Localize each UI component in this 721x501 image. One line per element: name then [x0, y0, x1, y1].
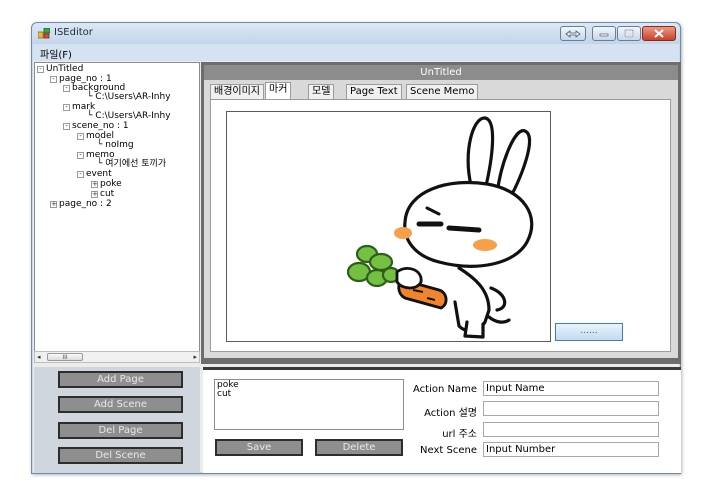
- close-icon: [654, 29, 664, 38]
- scene-panel-body: 배경이미지 마커 모델 Page Text Scene Memo ......: [204, 80, 678, 358]
- add-scene-button[interactable]: Add Scene: [58, 396, 183, 413]
- tree-node-label: scene_no : 1: [72, 121, 129, 131]
- collapse-icon[interactable]: -: [63, 104, 70, 111]
- restore-icon[interactable]: [560, 26, 586, 41]
- next-scene-label: Next Scene: [420, 445, 477, 456]
- marker-tab-page: ......: [210, 99, 671, 352]
- add-page-button[interactable]: Add Page: [58, 371, 183, 388]
- tree-node-label: C:\Users\AR-Inhy: [95, 111, 171, 121]
- tab-background-image[interactable]: 배경이미지: [210, 84, 264, 99]
- url-label: url 주소: [442, 429, 477, 440]
- collapse-icon[interactable]: -: [63, 123, 70, 130]
- list-item[interactable]: poke: [217, 381, 401, 390]
- action-desc-label: Action 설명: [424, 408, 477, 419]
- tree-node-label: 여기에선 토끼가: [105, 159, 167, 169]
- collapse-icon[interactable]: -: [63, 85, 70, 92]
- save-button[interactable]: Save: [215, 439, 303, 456]
- tree-node-label: event: [86, 169, 112, 179]
- scroll-left-icon[interactable]: ◂: [37, 353, 41, 361]
- tree-node-noimg[interactable]: └ noImg: [97, 140, 134, 150]
- tree-node-label: poke: [100, 179, 122, 189]
- tree-node-cut[interactable]: + cut: [91, 189, 114, 199]
- close-button[interactable]: [642, 26, 676, 41]
- browse-image-button[interactable]: ......: [555, 323, 623, 341]
- tab-model[interactable]: 모델: [308, 84, 335, 99]
- action-name-input[interactable]: [483, 381, 659, 396]
- tree-node-poke[interactable]: + poke: [91, 179, 122, 189]
- tree-node-label: UnTitled: [46, 64, 84, 74]
- next-scene-input[interactable]: [483, 442, 659, 457]
- app-icon: [38, 28, 50, 39]
- tree-node-label: noImg: [105, 140, 134, 150]
- maximize-icon: [624, 29, 634, 38]
- tree-node-mark-path[interactable]: └ C:\Users\AR-Inhy: [87, 111, 171, 121]
- tree-node-event[interactable]: - event: [77, 169, 112, 179]
- tree-node-scene[interactable]: - scene_no : 1: [63, 121, 129, 131]
- expand-icon[interactable]: +: [50, 201, 57, 208]
- list-item[interactable]: cut: [217, 390, 401, 399]
- collapse-icon[interactable]: -: [77, 171, 84, 178]
- del-scene-button[interactable]: Del Scene: [58, 447, 183, 464]
- tree-node-background-path[interactable]: └ C:\Users\AR-Inhy: [87, 92, 171, 102]
- client-area: - UnTitled - page_no : 1 - background └ C:\…: [33, 61, 681, 473]
- left-button-panel: Add Page Add Scene Del Page Del Scene: [34, 367, 200, 472]
- maximize-button[interactable]: [617, 26, 641, 41]
- window-title: ISEditor: [54, 27, 93, 38]
- tree-node-root[interactable]: - UnTitled: [37, 64, 83, 74]
- scroll-right-icon[interactable]: ▸: [193, 353, 197, 361]
- minimize-icon: [599, 33, 609, 36]
- del-page-button[interactable]: Del Page: [58, 422, 183, 439]
- action-desc-input[interactable]: [483, 401, 659, 416]
- tab-marker[interactable]: 마커: [265, 82, 292, 99]
- action-list[interactable]: poke cut: [214, 379, 404, 430]
- tab-scene-memo[interactable]: Scene Memo: [406, 84, 479, 99]
- tree-node-label: page_no : 2: [59, 199, 112, 209]
- marker-image-preview: [226, 111, 551, 342]
- action-name-label: Action Name: [413, 384, 477, 395]
- tree-node-label: C:\Users\AR-Inhy: [95, 92, 171, 102]
- tab-page-text[interactable]: Page Text: [346, 84, 402, 99]
- rabbit-marker-image: [346, 116, 534, 339]
- expand-icon[interactable]: +: [91, 191, 98, 198]
- minimize-button[interactable]: [592, 26, 616, 41]
- delete-button[interactable]: Delete: [315, 439, 403, 456]
- tree-node-page-2[interactable]: + page_no : 2: [50, 199, 112, 209]
- project-tree[interactable]: - UnTitled - page_no : 1 - background └ C:\…: [34, 62, 200, 352]
- scroll-thumb[interactable]: III: [47, 353, 83, 361]
- action-panel: poke cut Save Delete Action Name Action …: [203, 367, 681, 473]
- tree-horizontal-scrollbar[interactable]: ◂ III ▸: [34, 351, 200, 363]
- title-bar[interactable]: ISEditor: [32, 23, 680, 44]
- collapse-icon[interactable]: -: [77, 152, 84, 159]
- menu-bar: 파일(F): [33, 44, 679, 61]
- scene-panel: UnTitled 배경이미지 마커 모델 Page Text Scene Mem…: [201, 62, 681, 364]
- collapse-icon[interactable]: -: [77, 133, 84, 140]
- app-window: ISEditor 파일(F) - UnTitled - page_no : 1 -b…: [31, 22, 681, 474]
- tree-node-label: cut: [100, 189, 115, 199]
- menu-file[interactable]: 파일(F): [40, 46, 72, 61]
- url-input[interactable]: [483, 422, 659, 437]
- tree-node-memo-text[interactable]: └ 여기에선 토끼가: [97, 159, 166, 169]
- collapse-icon[interactable]: -: [50, 76, 57, 83]
- expand-icon[interactable]: +: [91, 181, 98, 188]
- scene-panel-title: UnTitled: [204, 65, 678, 80]
- collapse-icon[interactable]: -: [37, 66, 44, 73]
